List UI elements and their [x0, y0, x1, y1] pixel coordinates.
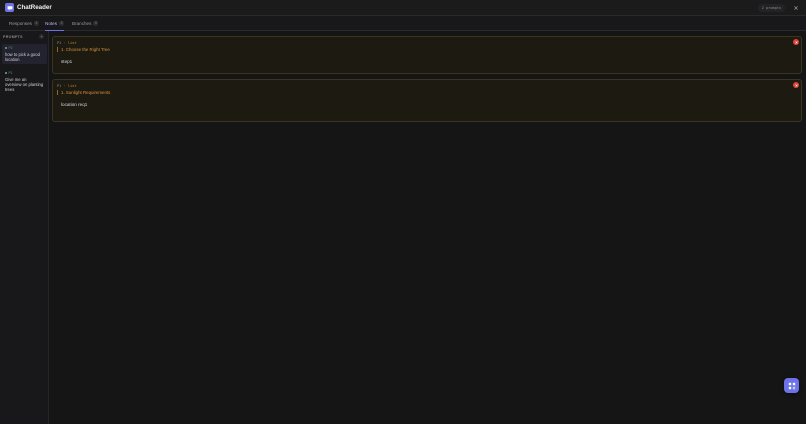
- app-title: ChatReader: [17, 4, 52, 11]
- tab-count-badge: 2: [59, 20, 65, 26]
- delete-icon: [794, 83, 798, 87]
- prompt-text: Give me an overview on planting trees: [5, 76, 44, 92]
- status-dot: [5, 47, 7, 49]
- tab-bar: Responses 2 Notes 2 Branches 0: [0, 16, 806, 31]
- sidebar-item-p1[interactable]: P1 Give me an overview on planting trees: [2, 69, 47, 94]
- tab-label: Branches: [72, 21, 92, 26]
- prompt-meta: P2: [5, 46, 44, 50]
- tab-label: Responses: [9, 21, 32, 26]
- note-card[interactable]: P1 · list 1. Sunlight Requirements locat…: [52, 79, 802, 122]
- note-quote: 1. Choose the Right Tree: [57, 47, 110, 52]
- grid-icon: [788, 382, 795, 389]
- prompt-meta: P1: [5, 71, 44, 75]
- note-meta: P1 · list: [57, 84, 77, 88]
- prompt-text: how to pick a good location: [5, 51, 40, 62]
- close-icon: [793, 5, 798, 10]
- prompt-number: P1: [8, 71, 13, 75]
- note-card[interactable]: P1 · list 1. Choose the Right Tree step1: [52, 36, 802, 74]
- note-text: step1: [61, 59, 73, 64]
- close-button[interactable]: [791, 3, 800, 12]
- note-type: list: [67, 84, 77, 88]
- tab-responses[interactable]: Responses 2: [9, 16, 39, 31]
- prompts-sidebar: PROMPTS + P2 how to pick a good location…: [0, 31, 49, 424]
- status-dot: [5, 72, 7, 74]
- sidebar-item-p2[interactable]: P2 how to pick a good location: [2, 44, 47, 64]
- add-prompt-button[interactable]: +: [39, 34, 44, 39]
- tab-branches[interactable]: Branches 0: [72, 16, 99, 31]
- tab-count-badge: 0: [93, 21, 99, 26]
- sidebar-heading: PROMPTS: [3, 35, 23, 39]
- delete-note-button[interactable]: [793, 82, 799, 88]
- tab-label: Notes: [45, 20, 58, 26]
- delete-icon: [794, 40, 798, 44]
- tab-notes[interactable]: Notes 2: [45, 16, 65, 31]
- note-prompt: P1: [57, 41, 62, 45]
- delete-note-button[interactable]: [793, 39, 799, 45]
- note-prompt: P1: [57, 84, 62, 88]
- tab-count-badge: 2: [33, 21, 39, 26]
- note-text: location req1: [61, 102, 88, 107]
- note-type: list: [67, 41, 77, 45]
- note-meta: P1 · list: [57, 41, 77, 45]
- prompt-count-badge: 2 prompts: [758, 4, 785, 12]
- app-header: ChatReader 2 prompts: [0, 0, 806, 16]
- chat-bubble-icon: [5, 3, 14, 12]
- prompt-number: P2: [8, 46, 13, 50]
- floating-action-button[interactable]: [784, 378, 799, 393]
- note-quote: 1. Sunlight Requirements: [57, 90, 110, 95]
